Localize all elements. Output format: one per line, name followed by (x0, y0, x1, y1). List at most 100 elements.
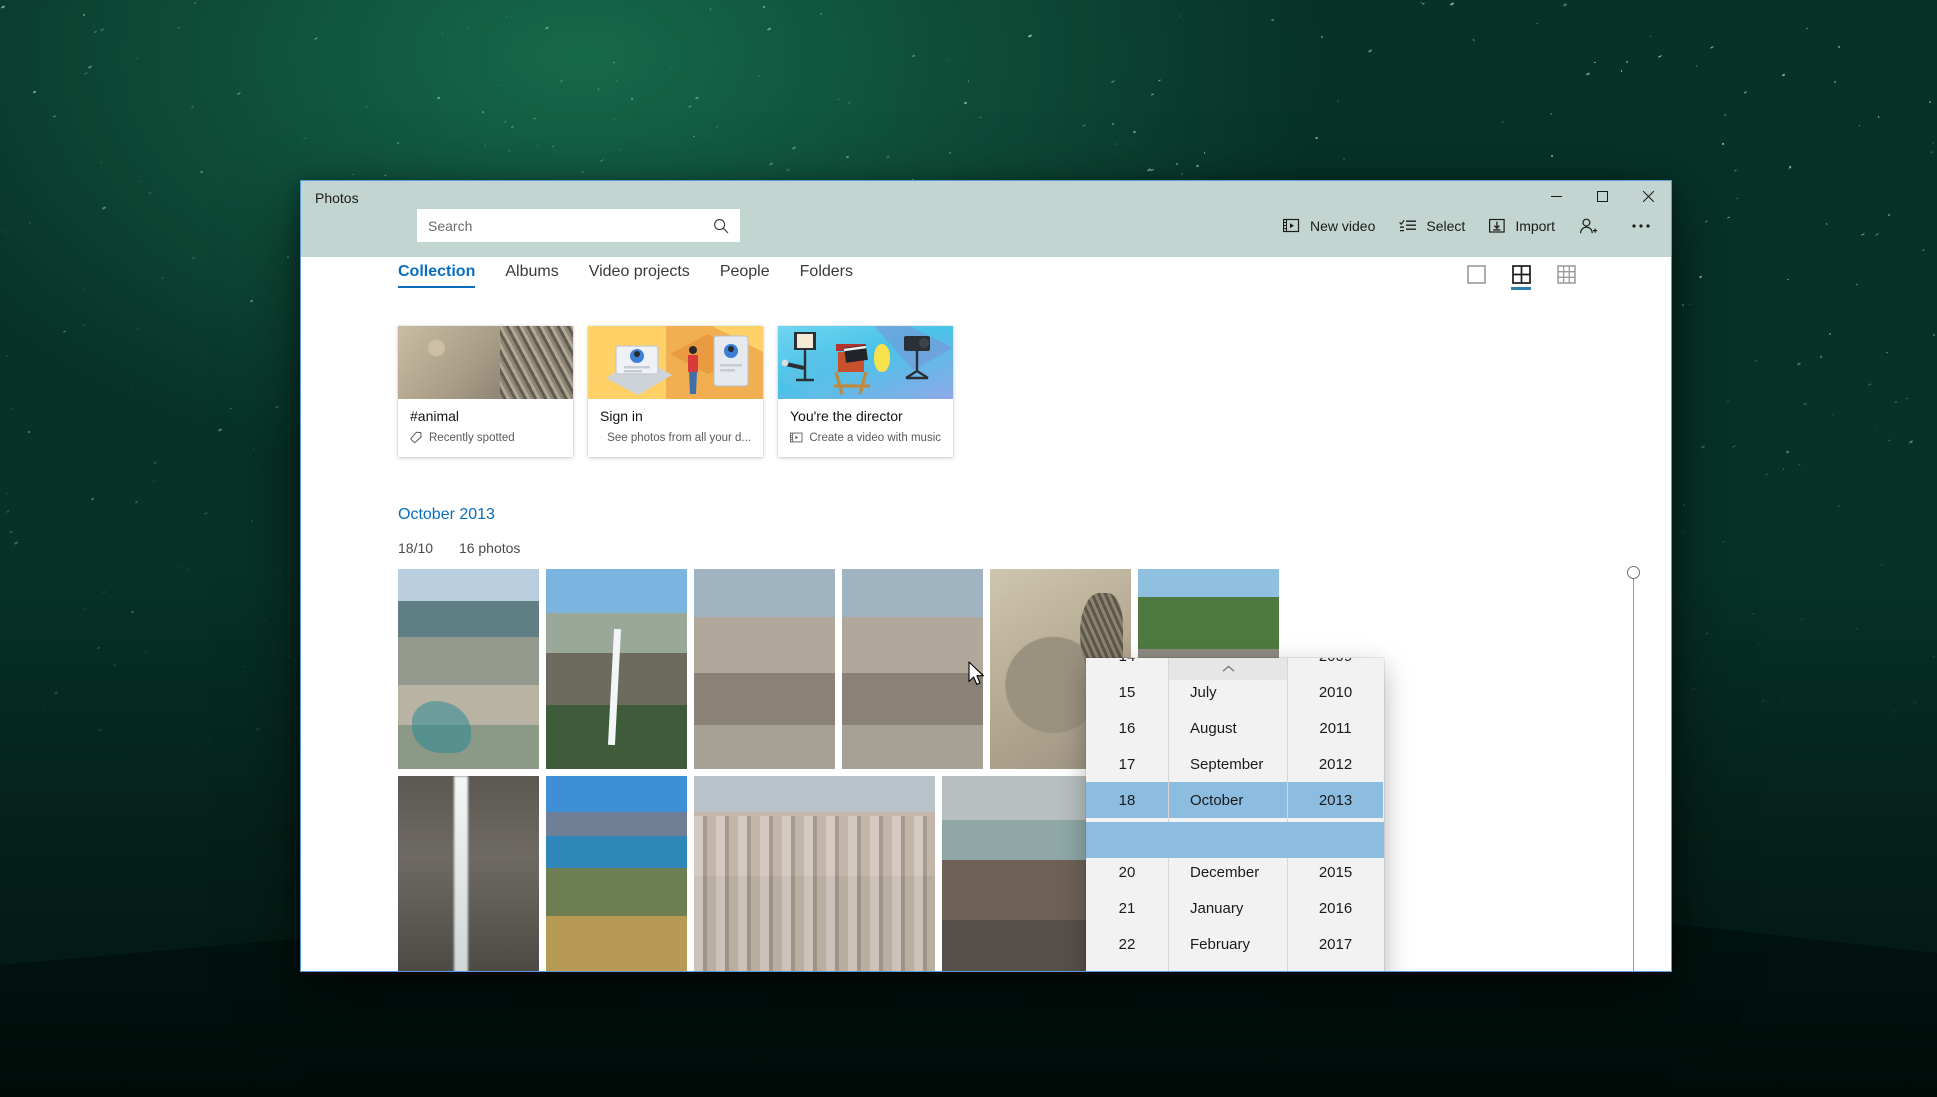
timeline-scrubber[interactable]: 2013 (1605, 566, 1649, 971)
card-animal[interactable]: #animal Recently spotted (398, 326, 573, 457)
photo-tile-san-francisco-houses[interactable] (694, 776, 935, 971)
month-option[interactable]: August (1169, 710, 1287, 746)
more-icon (1631, 223, 1651, 229)
card-director[interactable]: You're the director Create a video with … (778, 326, 953, 457)
card-animal-title: #animal (410, 408, 460, 424)
add-person-button[interactable] (1569, 209, 1617, 243)
card-director-title: You're the director (790, 408, 903, 424)
card-animal-subtitle: Recently spotted (429, 431, 515, 444)
select-button[interactable]: Select (1389, 209, 1475, 243)
group-date-title[interactable]: October 2013 (398, 506, 542, 524)
card-sign-in-subtitle-row: See photos from all your d... (600, 431, 751, 444)
promo-cards: #animal Recently spotted Sign in See pho… (398, 326, 953, 457)
year-option-selected[interactable]: 2013 (1288, 782, 1383, 818)
grid-2x2-icon (1511, 265, 1531, 284)
timeline-track (1633, 574, 1634, 971)
select-label: Select (1426, 218, 1466, 234)
date-picker-columns: 14 15 16 17 18 19 20 21 22 June July Aug… (1086, 658, 1384, 971)
photo-grid-row (398, 569, 1601, 769)
card-director-subtitle-row: Create a video with music (790, 431, 941, 444)
group-meta: 18/10 16 photos (398, 540, 542, 556)
photo-group-header: October 2013 18/10 16 photos (398, 506, 542, 556)
view-mode-medium-tiles[interactable] (1508, 265, 1534, 290)
more-options-button[interactable] (1621, 209, 1661, 243)
date-picker-year-list: 2009 2010 2011 2012 2013 2014 2015 2016 … (1288, 658, 1383, 962)
photo-tile-yosemite-falls[interactable] (398, 776, 539, 971)
date-picker-year-column[interactable]: 2009 2010 2011 2012 2013 2014 2015 2016 … (1288, 658, 1383, 971)
maximize-button[interactable] (1579, 181, 1625, 211)
search-input[interactable] (418, 210, 703, 241)
view-mode-small-tiles[interactable] (1553, 265, 1579, 290)
video-icon (790, 432, 803, 443)
search-button[interactable] (703, 210, 739, 241)
date-picker-flyout: 14 15 16 17 18 19 20 21 22 June July Aug… (1086, 658, 1384, 971)
title-bar: Photos Search New video Select Import (301, 181, 1671, 257)
timeline-handle[interactable] (1627, 566, 1640, 579)
tab-bar: Collection Albums Video projects People … (301, 257, 1671, 301)
card-sign-in-body: Sign in See photos from all your d... (588, 399, 763, 457)
year-option[interactable]: 2012 (1288, 746, 1383, 782)
view-mode-large-tiles[interactable] (1463, 265, 1489, 290)
day-option-selected[interactable]: 18 (1086, 782, 1168, 818)
year-option[interactable]: 2010 (1288, 674, 1383, 710)
tab-folders[interactable]: Folders (800, 263, 853, 288)
day-option[interactable]: 20 (1086, 854, 1168, 890)
year-option[interactable]: 2011 (1288, 710, 1383, 746)
minimize-button[interactable] (1533, 181, 1579, 211)
month-option-selected[interactable]: October (1169, 782, 1287, 818)
date-picker-day-column[interactable]: 14 15 16 17 18 19 20 21 22 (1086, 658, 1168, 971)
month-option[interactable]: December (1169, 854, 1287, 890)
day-option[interactable]: 16 (1086, 710, 1168, 746)
card-sign-in[interactable]: Sign in See photos from all your d... (588, 326, 763, 457)
year-option[interactable]: 2016 (1288, 890, 1383, 926)
year-option[interactable]: 2015 (1288, 854, 1383, 890)
year-option[interactable]: 2009 (1288, 658, 1383, 674)
photo-tile-river-boulders[interactable] (842, 569, 983, 769)
new-video-button[interactable]: New video (1273, 209, 1385, 243)
view-mode-switcher (1463, 265, 1579, 290)
import-button[interactable]: Import (1479, 209, 1565, 243)
month-scroll-up-button[interactable] (1169, 658, 1287, 680)
photo-grid (398, 569, 1601, 971)
new-video-label: New video (1310, 218, 1376, 234)
command-bar: New video Select Import (1273, 209, 1661, 243)
day-option[interactable]: 21 (1086, 890, 1168, 926)
photo-tile-lake-cachuma[interactable] (546, 776, 687, 971)
card-director-body: You're the director Create a video with … (778, 399, 953, 457)
year-option[interactable]: 2017 (1288, 926, 1383, 962)
day-option[interactable]: 17 (1086, 746, 1168, 782)
day-option[interactable]: 19 (1086, 818, 1168, 854)
card-animal-subtitle-row: Recently spotted (410, 431, 561, 444)
day-option[interactable]: 22 (1086, 926, 1168, 962)
card-animal-body: #animal Recently spotted (398, 399, 573, 457)
year-option[interactable]: 2014 (1288, 818, 1383, 854)
tab-people[interactable]: People (720, 263, 770, 288)
select-icon (1399, 218, 1417, 234)
day-option[interactable]: 15 (1086, 674, 1168, 710)
card-director-subtitle: Create a video with music (809, 431, 941, 444)
tab-albums[interactable]: Albums (505, 263, 558, 288)
month-option[interactable]: November (1169, 818, 1287, 854)
tab-video-projects[interactable]: Video projects (589, 263, 690, 288)
chevron-up-icon (1222, 665, 1234, 672)
month-option[interactable]: September (1169, 746, 1287, 782)
close-button[interactable] (1625, 181, 1671, 211)
grid-3x3-icon (1556, 265, 1576, 284)
search-box[interactable] (417, 209, 740, 242)
photo-tile-granite-rocks[interactable] (694, 569, 835, 769)
sign-in-illustration (606, 326, 763, 399)
search-icon (714, 218, 729, 233)
day-option[interactable]: 14 (1086, 658, 1168, 674)
date-picker-day-list: 14 15 16 17 18 19 20 21 22 (1086, 658, 1168, 962)
month-option[interactable]: January (1169, 890, 1287, 926)
month-option[interactable]: February (1169, 926, 1287, 962)
card-animal-image (398, 326, 573, 399)
photo-tile-yosemite-valley-rest[interactable] (398, 569, 539, 769)
photo-tile-nevada-fall-waterfall[interactable] (546, 569, 687, 769)
navigation-tabs: Collection Albums Video projects People … (398, 263, 853, 288)
add-person-icon (1579, 218, 1598, 235)
tab-collection[interactable]: Collection (398, 263, 476, 288)
new-video-icon (1283, 218, 1301, 234)
app-title: Photos (315, 190, 359, 206)
date-picker-month-column[interactable]: June July August September October Novem… (1168, 658, 1288, 971)
